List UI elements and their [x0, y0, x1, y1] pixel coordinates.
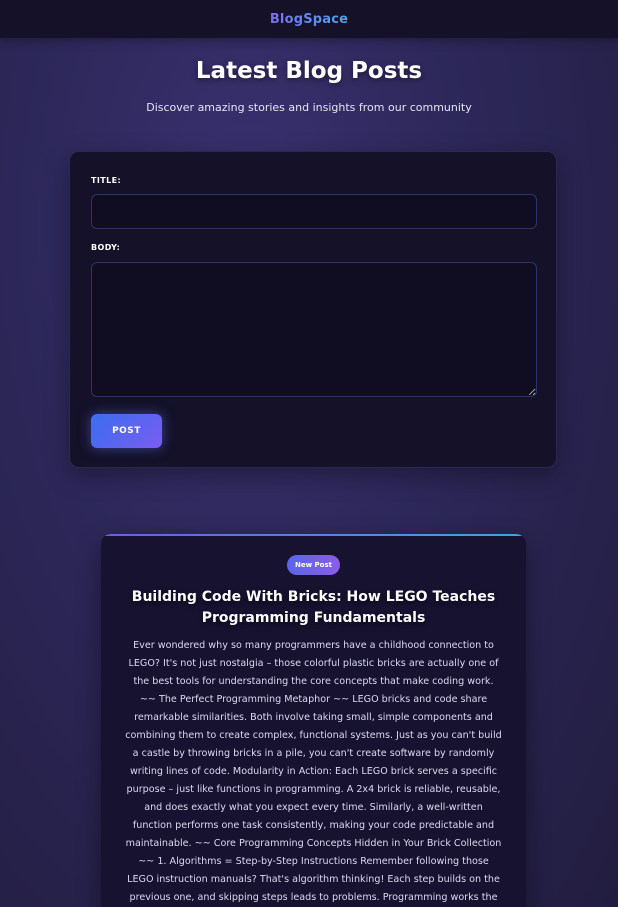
title-input[interactable]: [91, 194, 537, 229]
post-body: Ever wondered why so many programmers ha…: [125, 640, 502, 903]
body-label: BODY:: [91, 243, 121, 252]
post-button[interactable]: POST: [91, 414, 162, 448]
body-textarea[interactable]: [91, 262, 537, 397]
page-title: Latest Blog Posts: [195, 58, 423, 84]
blog-post-card: New Post Building Code With Bricks: How …: [101, 534, 526, 907]
brand-logo-text[interactable]: BlogSpace: [270, 12, 348, 27]
new-post-form: TITLE: BODY: POST: [69, 151, 557, 468]
top-navbar: BlogSpace: [0, 0, 618, 38]
page-subtitle: Discover amazing stories and insights fr…: [146, 101, 472, 114]
title-label: TITLE:: [91, 176, 122, 185]
post-title[interactable]: Building Code With Bricks: How LEGO Teac…: [131, 587, 496, 629]
card-accent-bar: [101, 534, 526, 536]
new-post-badge: New Post: [287, 555, 340, 575]
